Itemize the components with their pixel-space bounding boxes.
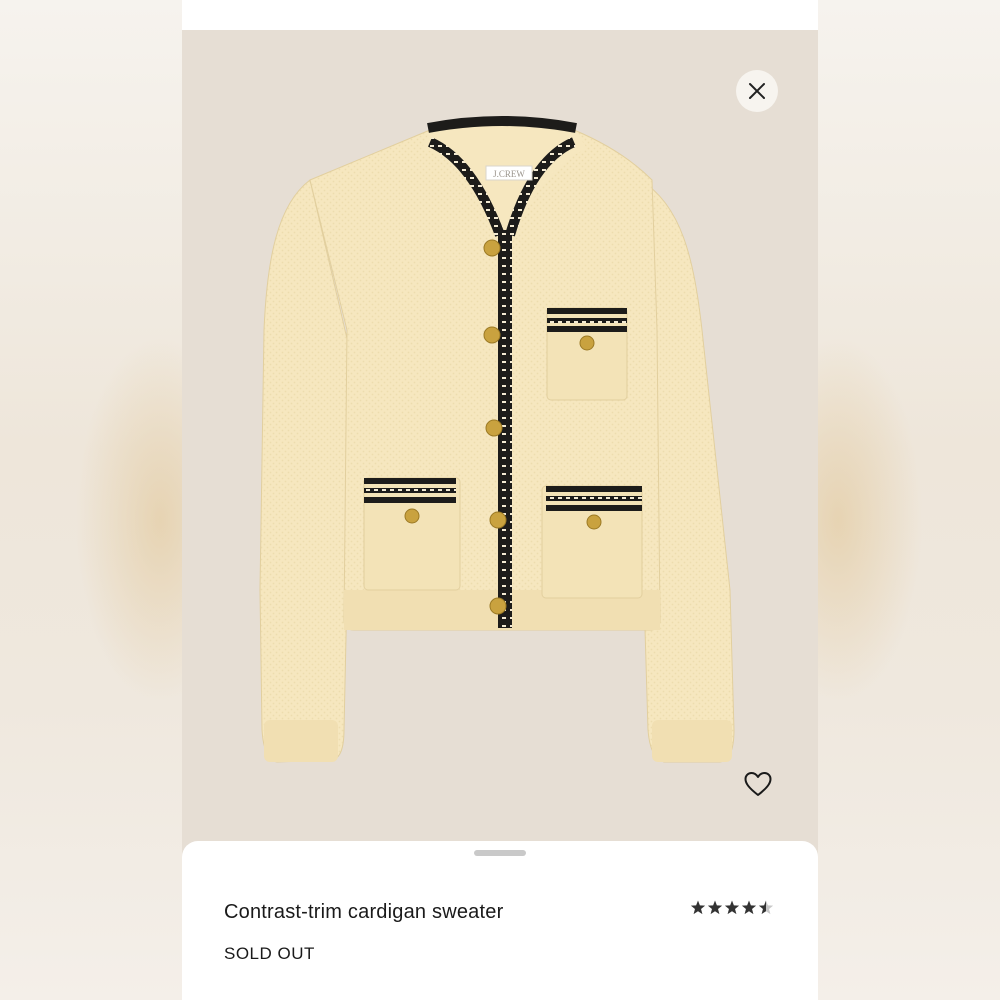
left-cuff: [264, 720, 338, 762]
star-icon: [724, 900, 740, 915]
product-detail-screen: J.CREW Contrast-trim cardigan sweater SO…: [182, 30, 818, 1000]
drag-handle[interactable]: [474, 850, 526, 856]
brand-label-text: J.CREW: [493, 169, 525, 179]
product-image[interactable]: J.CREW: [182, 30, 818, 850]
product-title[interactable]: Contrast-trim cardigan sweater: [224, 901, 503, 924]
right-cuff: [652, 720, 732, 762]
star-rating[interactable]: [690, 899, 780, 917]
star-icon: [741, 900, 757, 915]
heart-outline-icon: [744, 772, 772, 796]
star-rating-icons: [690, 900, 774, 915]
blurred-backdrop-right: [818, 0, 1000, 1000]
left-pocket: [363, 477, 461, 591]
favorite-button[interactable]: [742, 768, 774, 800]
star-icon: [758, 900, 774, 915]
product-info-sheet: Contrast-trim cardigan sweater SOLD OUT: [182, 841, 818, 1000]
star-icon: [690, 900, 706, 915]
close-icon: [749, 83, 765, 99]
status-area: [182, 0, 818, 30]
stock-status: SOLD OUT: [224, 944, 315, 963]
right-pocket: [541, 485, 643, 599]
close-button[interactable]: [736, 70, 778, 112]
chest-pocket: [546, 307, 628, 401]
blurred-backdrop-left: [0, 0, 182, 1000]
cardigan-illustration: J.CREW: [259, 116, 735, 763]
star-icon: [707, 900, 723, 915]
